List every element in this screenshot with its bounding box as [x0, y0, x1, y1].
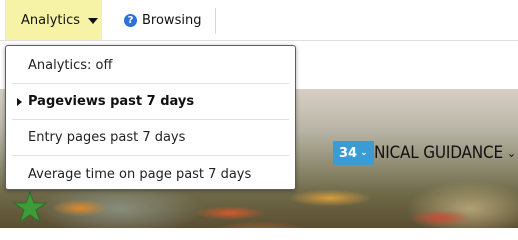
view-count-badge[interactable]: 34 ⌄: [333, 141, 374, 165]
analytics-label: Analytics: [21, 12, 81, 28]
menu-item-label: Analytics: off: [28, 58, 113, 73]
chevron-down-icon: ⌄: [360, 148, 368, 158]
nav-item-label: NICAL GUIDANCE: [374, 143, 503, 163]
menu-item-analytics-off[interactable]: Analytics: off: [12, 48, 289, 84]
help-icon: ?: [124, 13, 137, 27]
menu-item-pageviews[interactable]: Pageviews past 7 days: [12, 84, 289, 120]
browsing-label: Browsing: [142, 12, 202, 28]
star-icon: [12, 190, 48, 224]
selected-indicator-icon: [17, 98, 22, 106]
analytics-dropdown-button[interactable]: Analytics: [5, 0, 102, 40]
menu-item-label: Entry pages past 7 days: [28, 130, 186, 145]
menu-item-average-time[interactable]: Average time on page past 7 days: [12, 156, 289, 192]
menu-item-label: Average time on page past 7 days: [28, 166, 252, 182]
view-count: 34: [339, 145, 358, 161]
menu-item-entry-pages[interactable]: Entry pages past 7 days: [12, 120, 289, 156]
analytics-menu: Analytics: off Pageviews past 7 days Ent…: [5, 45, 296, 190]
caret-down-icon: [88, 17, 99, 24]
toolbar-divider: [215, 8, 216, 34]
browsing-button[interactable]: ? Browsing: [116, 0, 209, 40]
chevron-down-icon: ⌄: [506, 146, 516, 160]
admin-toolbar: Analytics ? Browsing: [0, 0, 518, 41]
menu-item-label: Pageviews past 7 days: [28, 94, 195, 109]
nav-item-technical-guidance[interactable]: NICAL GUIDANCE ⌄: [374, 141, 516, 165]
